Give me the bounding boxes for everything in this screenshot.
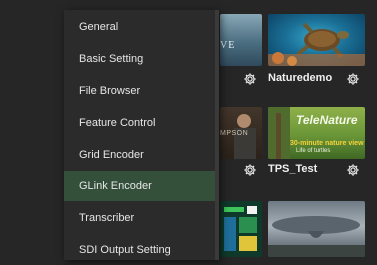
gear-icon[interactable] xyxy=(346,163,360,177)
menu-item-general[interactable]: General xyxy=(64,12,219,42)
video-thumbnail-naturedemo[interactable] xyxy=(268,14,365,66)
menu-item-file-browser[interactable]: File Browser xyxy=(64,76,219,106)
video-thumbnail[interactable]: MPSON xyxy=(220,107,262,159)
thumbnail-label: TPS_Test xyxy=(268,163,318,175)
storm-image xyxy=(268,216,365,257)
thumbnail-title: TeleNature xyxy=(296,113,358,127)
menu-item-sdi-output-setting[interactable]: SDI Output Setting xyxy=(64,235,219,265)
menu-item-basic-setting[interactable]: Basic Setting xyxy=(64,44,219,74)
broadcast-image xyxy=(224,206,257,251)
thumbnail-caption: Life of turtles xyxy=(296,148,331,154)
thumbnail-text: MPSON xyxy=(220,130,249,137)
menu-item-grid-encoder[interactable]: Grid Encoder xyxy=(64,140,219,170)
app-window: VE Naturedemo MPSON TeleNature 30-minute… xyxy=(0,0,377,260)
menu-item-feature-control[interactable]: Feature Control xyxy=(64,108,219,138)
thumbnail-subtitle: 30-minute nature view xyxy=(290,140,364,147)
gear-icon[interactable] xyxy=(243,72,257,86)
turtle-image xyxy=(268,22,365,66)
menu-item-transcriber[interactable]: Transcriber xyxy=(64,203,219,233)
menu-scrollbar[interactable] xyxy=(215,10,219,260)
thumbnail-label: Naturedemo xyxy=(268,72,333,84)
video-thumbnail[interactable]: VE xyxy=(220,14,262,66)
video-thumbnail[interactable] xyxy=(220,201,262,257)
thumbnail-text: VE xyxy=(220,40,236,51)
gear-icon[interactable] xyxy=(346,72,360,86)
video-thumbnail[interactable] xyxy=(268,201,365,257)
menu-item-glink-encoder[interactable]: GLink Encoder xyxy=(64,171,219,201)
settings-menu: General Basic Setting File Browser Featu… xyxy=(64,10,219,260)
gear-icon[interactable] xyxy=(243,163,257,177)
video-thumbnail-tps-test[interactable]: TeleNature 30-minute nature view Life of… xyxy=(268,107,365,159)
